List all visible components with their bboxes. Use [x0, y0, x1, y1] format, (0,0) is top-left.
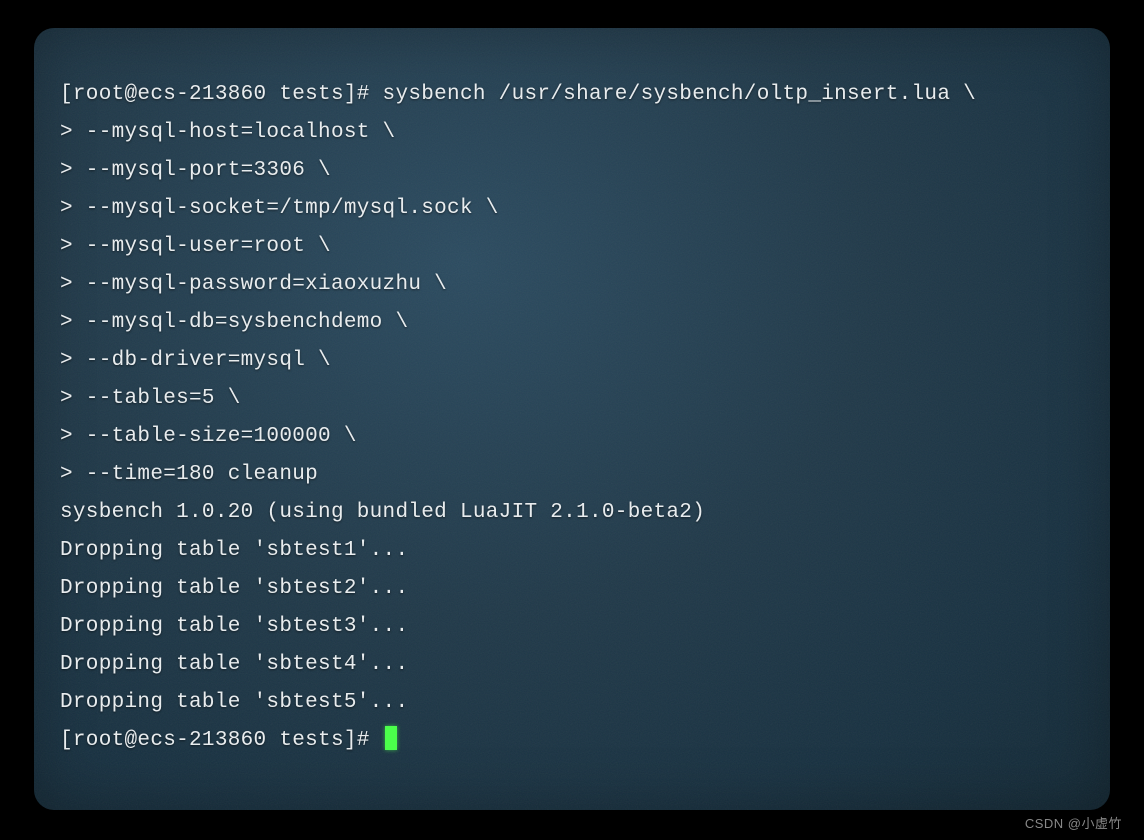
- terminal-line: > --mysql-password=xiaoxuzhu \: [60, 266, 1084, 304]
- terminal-line: > --mysql-socket=/tmp/mysql.sock \: [60, 190, 1084, 228]
- terminal-line: sysbench 1.0.20 (using bundled LuaJIT 2.…: [60, 494, 1084, 532]
- terminal-line: Dropping table 'sbtest5'...: [60, 684, 1084, 722]
- terminal-line: [root@ecs-213860 tests]# sysbench /usr/s…: [60, 76, 1084, 114]
- terminal-line: > --table-size=100000 \: [60, 418, 1084, 456]
- terminal-line: > --db-driver=mysql \: [60, 342, 1084, 380]
- terminal-line: Dropping table 'sbtest2'...: [60, 570, 1084, 608]
- terminal-line: > --mysql-db=sysbenchdemo \: [60, 304, 1084, 342]
- terminal-window[interactable]: [root@ecs-213860 tests]# sysbench /usr/s…: [34, 28, 1110, 810]
- terminal-prompt: [root@ecs-213860 tests]#: [60, 729, 383, 752]
- terminal-line: Dropping table 'sbtest4'...: [60, 646, 1084, 684]
- cursor-icon: [385, 726, 397, 750]
- terminal-line: > --mysql-port=3306 \: [60, 152, 1084, 190]
- terminal-line: > --mysql-user=root \: [60, 228, 1084, 266]
- terminal-line: > --time=180 cleanup: [60, 456, 1084, 494]
- terminal-line: Dropping table 'sbtest3'...: [60, 608, 1084, 646]
- terminal-line: > --mysql-host=localhost \: [60, 114, 1084, 152]
- terminal-line: > --tables=5 \: [60, 380, 1084, 418]
- terminal-line: Dropping table 'sbtest1'...: [60, 532, 1084, 570]
- watermark-text: CSDN @小虚竹: [1025, 813, 1122, 832]
- terminal-prompt-line[interactable]: [root@ecs-213860 tests]#: [60, 722, 1084, 760]
